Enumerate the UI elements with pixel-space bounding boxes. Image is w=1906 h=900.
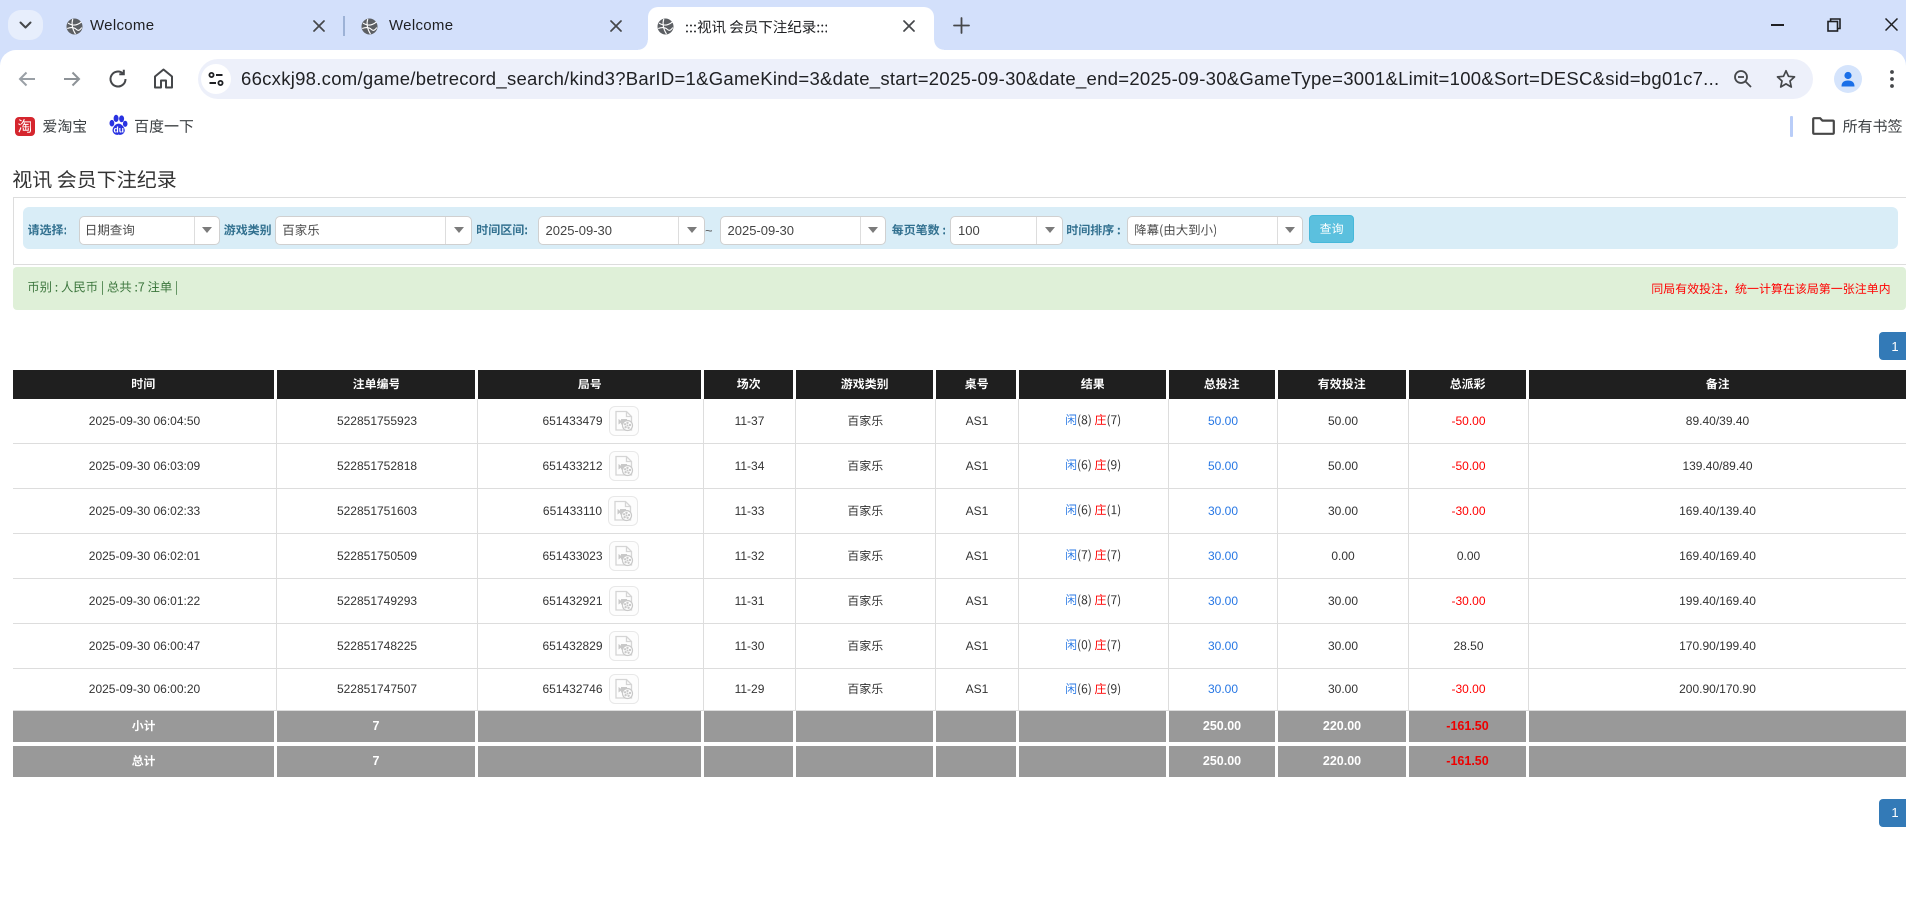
svg-text:du: du [114,125,124,135]
